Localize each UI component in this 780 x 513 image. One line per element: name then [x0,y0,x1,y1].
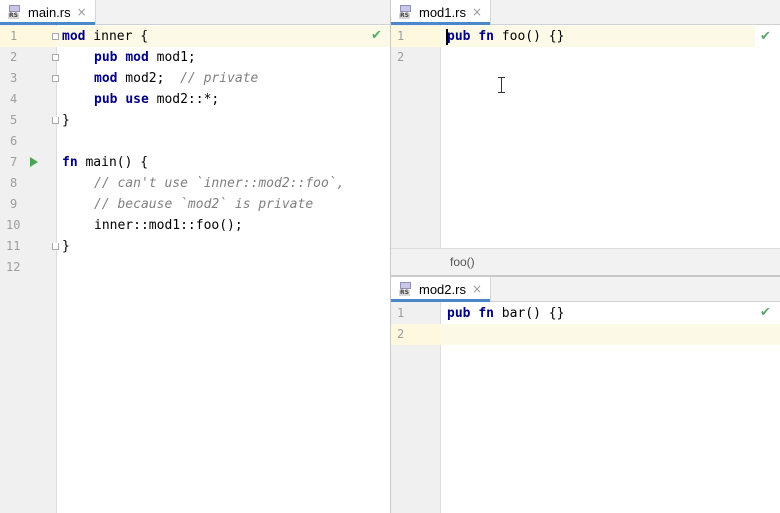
code-line-7[interactable]: 7 fn main() { [0,152,390,173]
line-number: 2 [397,327,405,341]
line-number: 9 [10,197,18,211]
tab-mod2-rs[interactable]: RS mod2.rs × [391,277,491,302]
code-editor[interactable]: 1 pub fn foo() {} ✔ 2 [391,25,780,249]
fold-end-icon[interactable] [52,117,59,124]
breadcrumb-item[interactable]: foo() [450,249,475,275]
code-line-8[interactable]: 8 // can't use `inner::mod2::foo`, [0,173,390,194]
check-icon: ✔ [371,28,382,43]
line-number: 1 [397,306,405,320]
code-text: fn main() { [62,155,149,170]
close-icon[interactable]: × [77,5,87,19]
text-cursor-icon [497,77,506,93]
code-text: pub fn bar() {} [447,306,565,321]
code-text: pub use mod2::*; [94,92,220,107]
check-icon: ✔ [760,305,771,320]
rust-file-icon: RS [399,5,413,19]
code-text: pub mod mod1; [94,50,196,65]
line-number: 6 [10,134,18,148]
code-text: mod mod2; // private [94,71,259,86]
close-icon[interactable]: × [472,282,482,296]
editor-main-rs: RS main.rs × 1 mod inner { ✔ 2 pub mod m… [0,0,390,513]
code-editor[interactable]: 1 mod inner { ✔ 2 pub mod mod1; 3 mod mo… [0,25,390,513]
tab-main-rs[interactable]: RS main.rs × [0,0,96,25]
close-icon[interactable]: × [472,5,482,19]
line-number: 1 [10,29,18,43]
line-number: 7 [10,155,18,169]
tab-mod1-rs[interactable]: RS mod1.rs × [391,0,491,25]
code-comment: // because `mod2` is private [94,197,314,212]
code-line-10[interactable]: 10 inner::mod1::foo(); [0,215,390,236]
code-line-2[interactable]: 2 [391,47,780,68]
run-icon[interactable] [30,157,38,167]
line-number: 5 [10,113,18,127]
editor-mod1-rs: RS mod1.rs × 1 pub fn foo() {} ✔ 2 foo() [391,0,780,275]
code-line-5[interactable]: 5 } [0,110,390,131]
tab-bar: RS mod1.rs × [391,0,780,25]
line-number: 12 [6,260,21,274]
code-text: } [62,113,70,128]
code-line-9[interactable]: 9 // because `mod2` is private [0,194,390,215]
code-text: pub fn foo() {} [447,29,565,44]
fold-icon[interactable] [52,54,59,61]
tab-bar: RS main.rs × [0,0,390,25]
line-number: 2 [10,50,18,64]
check-icon: ✔ [760,29,771,44]
code-line-1[interactable]: 1 pub fn bar() {} ✔ [391,303,780,324]
code-text: mod inner { [62,29,149,44]
line-number: 3 [10,71,18,85]
code-line-1[interactable]: 1 pub fn foo() {} [391,26,755,47]
line-number: 10 [6,218,21,232]
rust-file-icon: RS [399,282,413,296]
line-number: 4 [10,92,18,106]
code-line-6[interactable]: 6 [0,131,390,152]
line-number: 8 [10,176,18,190]
line-number: 1 [397,29,405,43]
tab-label: main.rs [28,4,71,20]
code-line-11[interactable]: 11 } [0,236,390,257]
editor-mod2-rs: RS mod2.rs × 1 pub fn bar() {} ✔ 2 [391,277,780,513]
fold-icon[interactable] [52,75,59,82]
code-line-1[interactable]: 1 mod inner { ✔ [0,26,390,47]
fold-end-icon[interactable] [52,243,59,250]
code-text: inner::mod1::foo(); [94,218,243,233]
code-line-3[interactable]: 3 mod mod2; // private [0,68,390,89]
rust-file-icon: RS [8,5,22,19]
tab-label: mod2.rs [419,281,466,297]
line-number: 11 [6,239,21,253]
code-line-4[interactable]: 4 pub use mod2::*; [0,89,390,110]
tab-label: mod1.rs [419,4,466,20]
code-line-2[interactable]: 2 [391,324,780,345]
code-text: } [62,239,70,254]
code-line-12[interactable]: 12 [0,257,390,278]
code-comment: // can't use `inner::mod2::foo`, [94,176,345,191]
breadcrumb: foo() [391,248,780,275]
fold-icon[interactable] [52,33,59,40]
code-editor[interactable]: 1 pub fn bar() {} ✔ 2 [391,302,780,513]
code-line-2[interactable]: 2 pub mod mod1; [0,47,390,68]
tab-bar: RS mod2.rs × [391,277,780,302]
line-number: 2 [397,50,405,64]
